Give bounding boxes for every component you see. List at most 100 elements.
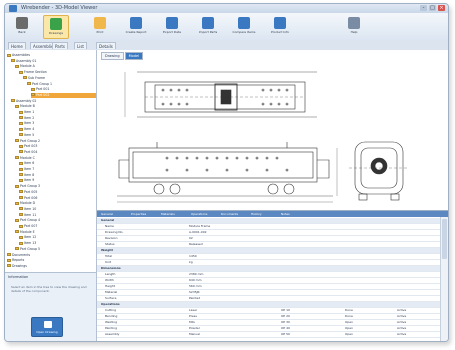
folder-icon (27, 82, 31, 85)
folder-icon (11, 59, 15, 63)
drawing-viewer[interactable]: Drawing Model (97, 50, 448, 210)
folder-icon (19, 121, 23, 125)
help-icon (348, 17, 360, 29)
tree-item-label: Module C (20, 155, 35, 160)
tree-item[interactable]: Item 7 (19, 167, 96, 172)
tree-item[interactable]: Module E (15, 230, 96, 235)
maximize-icon[interactable]: □ (429, 5, 436, 11)
tree-item[interactable]: Module B (15, 104, 96, 109)
tree-item[interactable]: Part Group 2 (15, 139, 96, 144)
tree-item[interactable]: Drawings (7, 264, 96, 269)
tab-list[interactable]: List (74, 42, 87, 49)
drawings-button[interactable]: Drawings (43, 15, 69, 39)
tree-item[interactable]: Item 11 (19, 213, 96, 218)
tree-item-label: Part Group 4 (20, 218, 41, 223)
table-cell: Active (397, 320, 407, 324)
product-info-button[interactable]: Product Info (267, 15, 293, 39)
tree-item[interactable]: Item 3 (19, 121, 96, 126)
viewer-tab-drawing[interactable]: Drawing (101, 52, 124, 60)
import-parts-button[interactable]: Import Parts (195, 15, 221, 39)
tree-item[interactable]: Module C (15, 156, 96, 161)
details-scrollbar[interactable] (440, 217, 448, 341)
folder-icon (11, 99, 15, 103)
tab-details[interactable]: Details (96, 42, 116, 49)
tree-item[interactable]: Item 6 (19, 161, 96, 166)
details-tab-properties[interactable]: Properties (129, 212, 148, 217)
tree-item[interactable]: Sub Frame (23, 76, 96, 81)
close-icon[interactable]: × (438, 5, 445, 11)
folder-icon (7, 53, 11, 57)
tree-item[interactable]: Frame Section (19, 70, 96, 75)
tree-item[interactable]: Assembly 01 (11, 59, 96, 64)
tree-item[interactable]: Part Group 3 (15, 184, 96, 189)
tree-item-label: Item 4 (24, 127, 35, 132)
details-tab-operations[interactable]: Operations (189, 212, 210, 217)
ribbon-button-label: Create Report (125, 30, 147, 34)
tree-item[interactable]: Item 8 (19, 173, 96, 178)
tab-parts[interactable]: Parts (52, 42, 68, 49)
tree-item[interactable]: Module A (15, 64, 96, 69)
table-row[interactable]: Assembly Manual OP 50 Open Active (97, 332, 440, 338)
details-tab-materials[interactable]: Materials (159, 212, 177, 217)
help-button[interactable]: Help (341, 15, 367, 39)
tree-item[interactable]: Part 007 (19, 224, 96, 229)
table-cell: Drawing No. (105, 230, 124, 234)
tree-item[interactable]: Part 002 (31, 92, 96, 98)
tree-item[interactable]: Documents (7, 253, 96, 258)
print-button[interactable]: Print (87, 15, 113, 39)
table-cell: OP 30 (281, 320, 290, 324)
folder-icon (19, 150, 23, 154)
scrollbar-thumb[interactable] (442, 219, 447, 259)
tree-item[interactable]: Part Group 5 (15, 247, 96, 252)
info-panel: Information Select an item in the tree t… (5, 272, 97, 341)
tree-item[interactable]: Item 10 (19, 207, 96, 212)
ribbon-toolbar: Back Drawings Print Create Report Export Dat… (5, 13, 448, 42)
export-icon (166, 17, 178, 29)
table-cell: A-0001-002 (189, 230, 207, 234)
table-cell: Laser (189, 308, 198, 312)
table-cell: Powder (189, 326, 200, 330)
viewer-tab-model[interactable]: Model (124, 52, 144, 60)
compare-items-button[interactable]: Compare Items (231, 15, 257, 39)
tree-item[interactable]: Item 5 (19, 133, 96, 138)
details-tab-notes[interactable]: Notes (279, 212, 292, 217)
tree-item[interactable]: Item 2 (19, 116, 96, 121)
folder-icon (19, 161, 23, 165)
tree-item[interactable]: Part 006 (19, 196, 96, 201)
tree-item-label: Sub Frame (28, 75, 46, 80)
folder-icon (19, 133, 23, 137)
tree-item[interactable]: Part Group 1 (27, 82, 96, 87)
details-tab-documents[interactable]: Documents (219, 212, 240, 217)
tree-item[interactable]: Item 13 (19, 241, 96, 246)
details-tab-history[interactable]: History (249, 212, 264, 217)
table-cell: Open (345, 326, 354, 330)
tree-item[interactable]: Item 12 (19, 235, 96, 240)
app-icon (9, 5, 17, 12)
tree-item[interactable]: Part 005 (19, 190, 96, 195)
ribbon-button-label: Help (350, 30, 358, 34)
tree-item[interactable]: Part 003 (19, 144, 96, 149)
folder-icon (19, 70, 23, 74)
folder-icon (7, 264, 11, 268)
tree-item[interactable]: Reports (7, 258, 96, 263)
tab-home[interactable]: Home (8, 42, 26, 49)
open-drawing-button[interactable]: Open Drawing (31, 317, 63, 337)
tree-item[interactable]: Part Group 4 (15, 218, 96, 223)
tree-item[interactable]: Part 001 (31, 87, 96, 92)
tree-item[interactable]: Assemblies (7, 53, 96, 58)
tree-item[interactable]: Assembly 02 (11, 99, 96, 104)
table-cell: Done (345, 314, 353, 318)
table-cell: OP 50 (281, 332, 290, 336)
folder-icon (19, 224, 23, 228)
create-report-button[interactable]: Create Report (123, 15, 149, 39)
tree-item[interactable]: Item 9 (19, 178, 96, 183)
tree-item[interactable]: Part 004 (19, 150, 96, 155)
details-tab-general[interactable]: General (99, 212, 115, 217)
tree-item[interactable]: Item 1 (19, 110, 96, 115)
tree-item[interactable]: Item 4 (19, 127, 96, 132)
minimize-icon[interactable]: - (420, 5, 427, 11)
table-cell: Open (345, 332, 354, 336)
tree-item[interactable]: Module D (15, 201, 96, 206)
export-data-button[interactable]: Export Data (159, 15, 185, 39)
back-button[interactable]: Back (9, 15, 35, 39)
